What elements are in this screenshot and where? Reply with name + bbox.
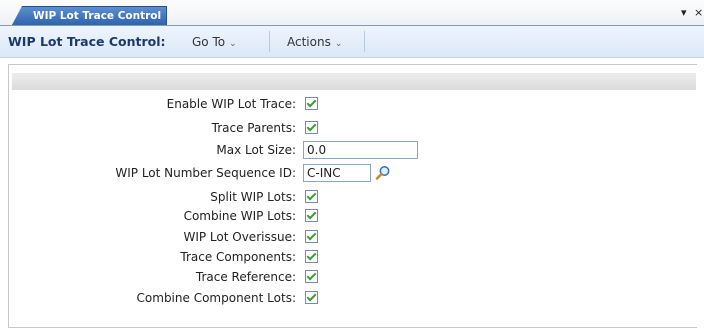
field-label: Trace Parents: [211,121,296,135]
menu-bar: WIP Lot Trace Control: Go To ⌄ Actions ⌄ [0,26,704,58]
split-wip-lots-checkbox[interactable] [305,190,318,203]
max-lot-size-input[interactable]: 0.0 [303,141,418,159]
field-label: Max Lot Size: [216,143,296,157]
sequence-id-input[interactable]: C-INC [303,164,371,182]
actions-menu[interactable]: Actions ⌄ [287,35,342,49]
menu-divider [364,31,365,52]
field-trace-reference: Trace Reference: [0,268,704,286]
trace-reference-checkbox[interactable] [305,270,318,283]
field-combine-component-lots: Combine Component Lots: [0,289,704,307]
goto-label: Go To [192,35,226,49]
menu-divider [269,31,270,52]
field-label: Enable WIP Lot Trace: [166,97,296,111]
actions-label: Actions [287,35,331,49]
window-dropdown-icon[interactable]: ▾ [681,6,687,19]
field-enable-wip-lot-trace: Enable WIP Lot Trace: [0,95,704,113]
page-title: WIP Lot Trace Control: [8,34,166,49]
field-label: Trace Reference: [195,270,296,284]
field-wip-lot-number-sequence-id: WIP Lot Number Sequence ID: C-INC [0,164,704,182]
field-label: Combine Component Lots: [136,291,296,305]
chevron-down-icon: ⌄ [334,39,343,49]
field-trace-parents: Trace Parents: [0,119,704,137]
tab-wip-lot-trace-control[interactable]: WIP Lot Trace Control [12,6,167,25]
field-label: WIP Lot Number Sequence ID: [115,166,296,180]
wip-lot-overissue-checkbox[interactable] [305,230,318,243]
field-label: Trace Components: [180,250,296,264]
field-label: Split WIP Lots: [210,190,296,204]
close-icon[interactable]: × [694,6,703,19]
field-label: WIP Lot Overissue: [183,230,296,244]
chevron-down-icon: ⌄ [229,39,237,49]
panel-header-bar [12,73,696,90]
tab-strip: WIP Lot Trace Control ▾ × [0,0,704,26]
field-max-lot-size: Max Lot Size: 0.0 [0,141,704,159]
field-trace-components: Trace Components: [0,248,704,266]
enable-wip-lot-trace-checkbox[interactable] [305,97,318,110]
trace-components-checkbox[interactable] [305,250,318,263]
field-label: Combine WIP Lots: [183,209,296,223]
combine-component-lots-checkbox[interactable] [305,291,318,304]
search-icon[interactable] [375,165,391,181]
field-split-wip-lots: Split WIP Lots: [0,188,704,206]
field-combine-wip-lots: Combine WIP Lots: [0,207,704,225]
trace-parents-checkbox[interactable] [305,121,318,134]
goto-menu[interactable]: Go To ⌄ [192,35,237,49]
field-wip-lot-overissue: WIP Lot Overissue: [0,228,704,246]
combine-wip-lots-checkbox[interactable] [305,209,318,222]
